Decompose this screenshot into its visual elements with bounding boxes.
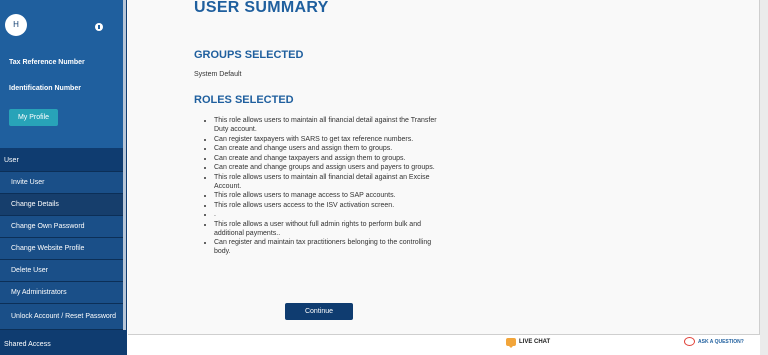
role-item: This role allows a user without full adm… <box>214 220 448 238</box>
ask-question-link[interactable]: ASK A QUESTION? <box>684 337 744 346</box>
chat-icon <box>506 338 516 348</box>
info-icon[interactable] <box>95 23 103 31</box>
sidebar-item-change-details[interactable]: Change Details <box>0 194 123 216</box>
sidebar-scrollbar-thumb[interactable] <box>123 0 126 330</box>
role-item: Can create and change taxpayers and assi… <box>214 154 448 163</box>
group-value: System Default <box>194 71 242 78</box>
sidebar-item-invite-user[interactable]: Invite User <box>0 172 123 194</box>
role-item: Can register taxpayers with SARS to get … <box>214 135 448 144</box>
continue-button[interactable]: Continue <box>285 303 353 320</box>
sidebar-item-change-own-password[interactable]: Change Own Password <box>0 216 123 238</box>
role-item: This role allows users to manage access … <box>214 191 448 200</box>
sidebar-profile-panel: H Tax Reference Number Identification Nu… <box>0 0 123 148</box>
sidebar-item-unlock-account[interactable]: Unlock Account / Reset Password <box>0 304 123 330</box>
role-item: . <box>214 210 448 219</box>
role-item: Can register and maintain tax practition… <box>214 238 448 256</box>
sidebar-item-shared-access[interactable]: Shared Access <box>0 334 123 355</box>
role-item: Can create and change users and assign t… <box>214 144 448 153</box>
ask-question-label: ASK A QUESTION? <box>698 338 744 345</box>
role-item: This role allows users to maintain all f… <box>214 173 448 191</box>
page-edge <box>760 0 768 355</box>
sidebar-item-delete-user[interactable]: Delete User <box>0 260 123 282</box>
role-item: This role allows users access to the ISV… <box>214 201 448 210</box>
roles-heading: ROLES SELECTED <box>194 94 294 106</box>
live-chat-label: LIVE CHAT <box>519 339 551 345</box>
role-item: Can create and change groups and assign … <box>214 163 448 172</box>
roles-list: This role allows users to maintain all f… <box>203 116 448 257</box>
question-bubble-icon <box>684 337 695 346</box>
role-item: This role allows users to maintain all f… <box>214 116 448 134</box>
groups-heading: GROUPS SELECTED <box>194 49 304 61</box>
menu-header-user[interactable]: User <box>0 150 123 172</box>
page-title: USER SUMMARY <box>194 0 329 16</box>
avatar[interactable]: H <box>5 14 27 36</box>
tax-reference-label: Tax Reference Number <box>9 59 85 66</box>
live-chat-link[interactable]: LIVE CHAT <box>506 338 551 348</box>
sidebar-item-change-website-profile[interactable]: Change Website Profile <box>0 238 123 260</box>
sidebar-item-my-administrators[interactable]: My Administrators <box>0 282 123 304</box>
sidebar-menu: User Invite User Change Details Change O… <box>0 150 123 330</box>
my-profile-button[interactable]: My Profile <box>9 109 58 126</box>
identification-label: Identification Number <box>9 85 81 92</box>
